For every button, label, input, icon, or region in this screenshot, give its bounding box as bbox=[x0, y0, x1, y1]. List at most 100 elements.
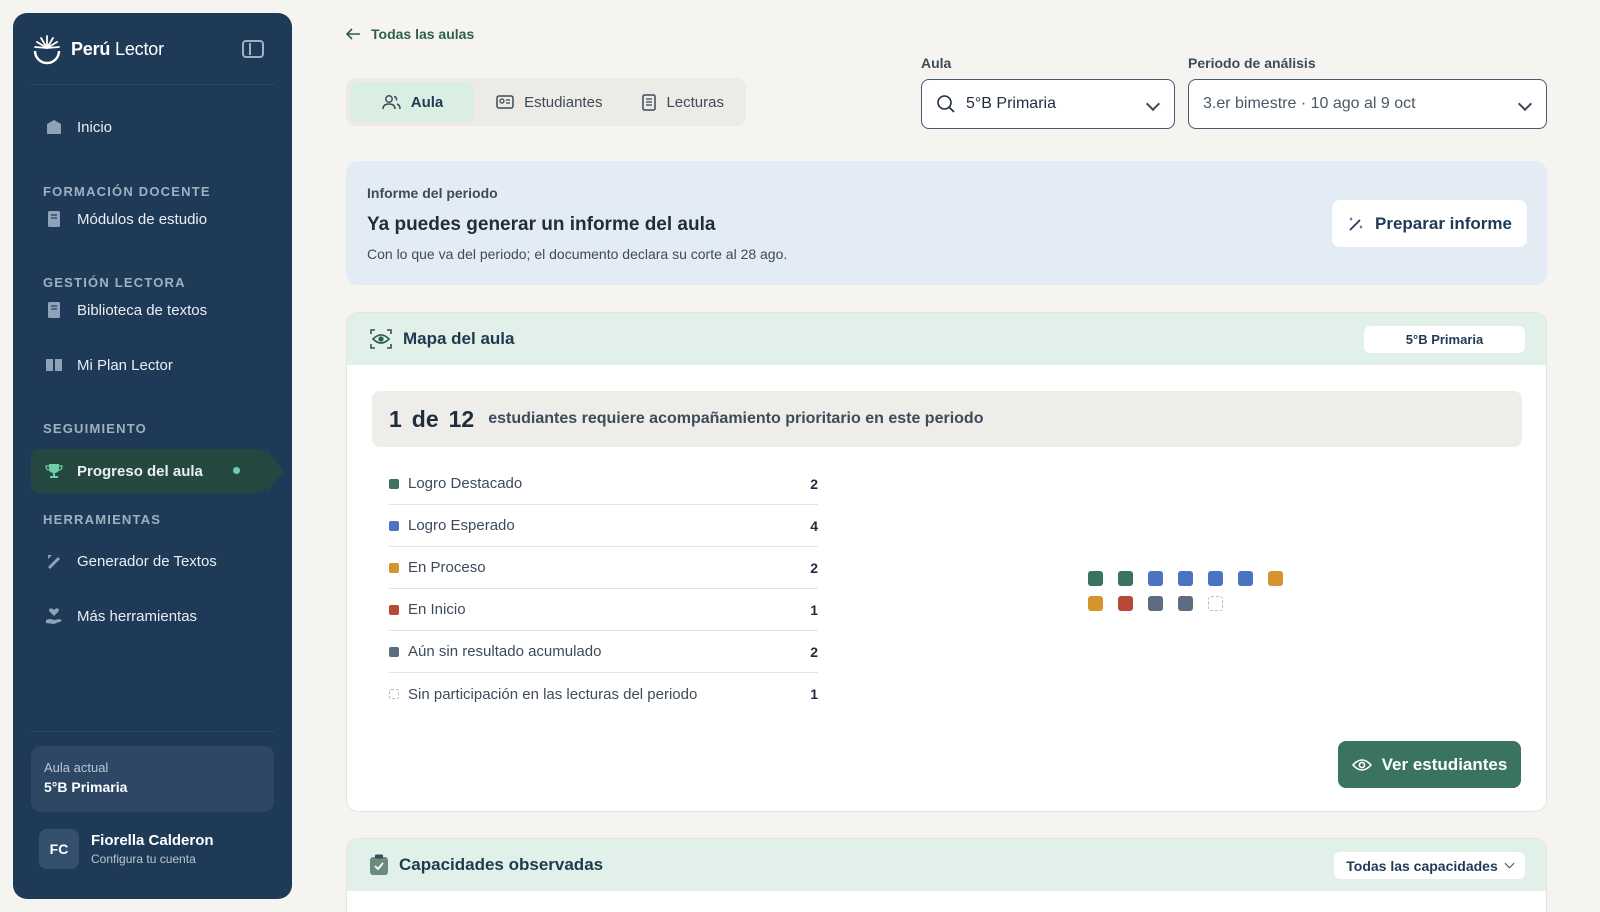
class-map-title: Mapa del aula bbox=[403, 329, 515, 348]
aula-select[interactable]: 5°B Primaria bbox=[921, 79, 1175, 129]
sun-logo-icon bbox=[33, 35, 61, 65]
legend-count: 2 bbox=[810, 475, 818, 492]
student-square[interactable] bbox=[1208, 571, 1223, 586]
legend-row: Sin participación en las lecturas del pe… bbox=[389, 673, 818, 715]
legend-label: Aún sin resultado acumulado bbox=[408, 643, 602, 660]
chevron-down-icon bbox=[1504, 858, 1515, 869]
view-students-button[interactable]: Ver estudiantes bbox=[1338, 741, 1521, 788]
legend-row: Logro Destacado 2 bbox=[389, 463, 818, 505]
legend-label: En Inicio bbox=[408, 601, 466, 618]
tab-estudiantes[interactable]: Estudiantes bbox=[478, 82, 620, 122]
trophy-icon bbox=[45, 464, 63, 478]
legend-label: En Proceso bbox=[408, 559, 486, 576]
current-class-label: Aula actual bbox=[44, 760, 109, 775]
user-name: Fiorella Calderon bbox=[91, 832, 214, 849]
section-label: HERRAMIENTAS bbox=[43, 512, 162, 527]
chevron-down-icon bbox=[1145, 96, 1161, 112]
legend-swatch bbox=[389, 520, 399, 531]
legend-count: 2 bbox=[810, 559, 818, 576]
report-description: Con lo que va del periodo; el documento … bbox=[367, 246, 788, 262]
library-book-icon bbox=[48, 302, 60, 318]
nav-item-biblioteca[interactable]: Biblioteca de textos bbox=[31, 288, 274, 332]
student-square[interactable] bbox=[1268, 571, 1283, 586]
student-square[interactable] bbox=[1208, 596, 1223, 611]
heart-hand-icon bbox=[46, 608, 62, 624]
home-icon bbox=[47, 120, 61, 134]
legend-label: Logro Esperado bbox=[408, 517, 515, 534]
legend-label: Sin participación en las lecturas del pe… bbox=[408, 685, 698, 703]
legend-swatch bbox=[389, 646, 399, 657]
document-icon bbox=[642, 93, 657, 111]
student-square[interactable] bbox=[1118, 596, 1133, 611]
capacities-header: Capacidades observadas Todas las capacid… bbox=[347, 839, 1546, 891]
arrow-left-icon bbox=[346, 28, 360, 40]
collapse-sidebar-icon[interactable] bbox=[242, 40, 264, 58]
search-icon bbox=[937, 95, 955, 113]
active-indicator-dot bbox=[233, 467, 240, 474]
legend-row: Logro Esperado 4 bbox=[389, 505, 818, 547]
student-square[interactable] bbox=[1178, 571, 1193, 586]
class-chip: 5°B Primaria bbox=[1364, 326, 1525, 353]
current-class-card[interactable]: Aula actual 5°B Primaria bbox=[31, 746, 274, 812]
back-link[interactable]: Todas las aulas bbox=[346, 26, 474, 42]
capacities-title: Capacidades observadas bbox=[399, 855, 604, 874]
nav-item-inicio[interactable]: Inicio bbox=[31, 105, 274, 149]
performance-legend: Logro Destacado 2 Logro Esperado 4 En Proces… bbox=[389, 463, 818, 715]
current-class-value: 5°B Primaria bbox=[44, 779, 128, 795]
capacities-filter[interactable]: Todas las capacidades bbox=[1334, 852, 1525, 879]
id-card-icon bbox=[496, 95, 514, 109]
eye-icon bbox=[1351, 758, 1372, 771]
student-square[interactable] bbox=[1088, 596, 1103, 611]
divider bbox=[31, 731, 274, 732]
period-label: Periodo de análisis bbox=[1188, 55, 1316, 71]
open-book-icon bbox=[46, 359, 62, 371]
student-square[interactable] bbox=[1148, 571, 1163, 586]
student-square[interactable] bbox=[1148, 596, 1163, 611]
student-square[interactable] bbox=[1118, 571, 1133, 586]
legend-row: En Inicio 1 bbox=[389, 589, 818, 631]
section-label: SEGUIMIENTO bbox=[43, 421, 147, 436]
report-banner: Informe del periodo Ya puedes generar un… bbox=[346, 161, 1547, 285]
legend-count: 1 bbox=[810, 601, 818, 618]
brand[interactable]: Perú Lector bbox=[31, 31, 164, 67]
priority-count: 1 bbox=[389, 405, 402, 432]
legend-row: En Proceso 2 bbox=[389, 547, 818, 589]
period-select[interactable]: 3.er bimestre · 10 ago al 9 oct bbox=[1188, 79, 1547, 129]
capacities-card: Capacidades observadas Todas las capacid… bbox=[346, 838, 1547, 912]
class-map-header: Mapa del aula 5°B Primaria bbox=[347, 313, 1546, 365]
student-square[interactable] bbox=[1238, 571, 1253, 586]
book-icon bbox=[48, 211, 60, 227]
nav-item-plan-lector[interactable]: Mi Plan Lector bbox=[31, 343, 274, 387]
student-square[interactable] bbox=[1088, 571, 1103, 586]
eye-scan-icon bbox=[370, 329, 392, 349]
class-map-card: Mapa del aula 5°B Primaria 1 de 12 estud… bbox=[346, 312, 1547, 812]
prepare-report-button[interactable]: Preparar informe bbox=[1332, 200, 1527, 247]
aula-label: Aula bbox=[921, 55, 952, 71]
user-subtitle: Configura tu cuenta bbox=[91, 852, 196, 866]
total-students: 12 bbox=[448, 405, 475, 432]
tab-aula[interactable]: Aula bbox=[350, 82, 475, 122]
summary-text: estudiantes requiere acompañamiento prio… bbox=[488, 410, 984, 427]
legend-count: 1 bbox=[810, 686, 818, 702]
nav-item-generador[interactable]: Generador de Textos bbox=[31, 539, 274, 583]
priority-summary: 1 de 12 estudiantes requiere acompañamie… bbox=[372, 391, 1522, 447]
brand-name: Perú Lector bbox=[71, 38, 164, 59]
legend-swatch bbox=[389, 562, 399, 573]
clipboard-check-icon bbox=[370, 854, 388, 875]
legend-row: Aún sin resultado acumulado 2 bbox=[389, 631, 818, 673]
student-square[interactable] bbox=[1178, 596, 1193, 611]
tab-lecturas[interactable]: Lecturas bbox=[624, 82, 742, 122]
summary-of: de bbox=[411, 405, 439, 432]
nav-item-modulos[interactable]: Módulos de estudio bbox=[31, 197, 274, 241]
nav-item-mas-herramientas[interactable]: Más herramientas bbox=[31, 594, 274, 638]
nav-item-progreso[interactable]: Progreso del aula bbox=[31, 449, 284, 493]
avatar: FC bbox=[39, 829, 79, 869]
magic-wand-icon bbox=[1349, 216, 1363, 231]
legend-swatch bbox=[389, 604, 399, 615]
legend-label: Logro Destacado bbox=[408, 475, 523, 492]
report-title: Ya puedes generar un informe del aula bbox=[367, 214, 716, 235]
chevron-down-icon bbox=[1517, 96, 1533, 112]
legend-count: 2 bbox=[810, 643, 818, 660]
user-account[interactable]: FC Fiorella Calderon Configura tu cuenta bbox=[39, 829, 214, 869]
view-tabs: Aula Estudiantes Lecturas bbox=[346, 78, 746, 126]
